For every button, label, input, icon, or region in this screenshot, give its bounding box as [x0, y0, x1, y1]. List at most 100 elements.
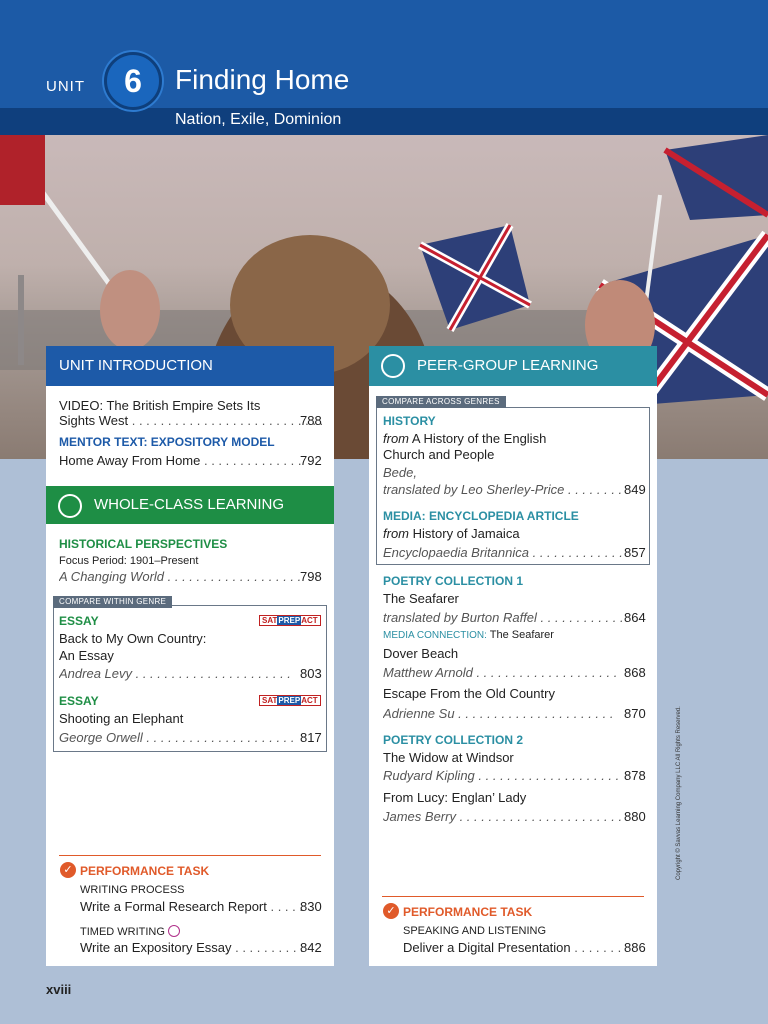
dover-author: Matthew Arnold: [383, 665, 473, 680]
media-from: from: [383, 526, 409, 541]
essay2-author: George Orwell: [59, 730, 143, 745]
whole-class-icon: [58, 494, 82, 518]
dover-beach-title[interactable]: Dover Beach: [383, 646, 458, 661]
seafarer-translator-row: translated by Burton Raffel . . . . . . …: [383, 610, 624, 625]
video-entry[interactable]: VIDEO: The British Empire Sets Its: [59, 398, 260, 413]
lucy-title[interactable]: From Lucy: Englan’ Lady: [383, 790, 526, 805]
essay2-label: ESSAY: [59, 694, 99, 708]
escape-title[interactable]: Escape From the Old Country: [383, 686, 555, 701]
left-performance-rule: [59, 855, 321, 856]
essay2-title[interactable]: Shooting an Elephant: [59, 711, 183, 726]
unit-label: UNIT: [46, 78, 85, 95]
essay1-title-line1[interactable]: Back to My Own Country:: [59, 631, 206, 646]
escape-page: 870: [624, 706, 646, 721]
performance-check-icon: ✓: [60, 862, 76, 878]
sat-text: SAT: [262, 616, 278, 625]
copyright-notice: Copyright © Savvas Learning Company LLC …: [676, 706, 682, 880]
essay1-label: ESSAY: [59, 614, 99, 628]
history-translator-row: translated by Leo Sherley-Price . . . . …: [383, 482, 623, 497]
history-page: 849: [624, 482, 646, 497]
research-report-row[interactable]: Write a Formal Research Report . . . . .: [80, 899, 302, 914]
digital-presentation-page: 886: [624, 940, 646, 955]
dover-author-row: Matthew Arnold . . . . . . . . . . . . .…: [383, 665, 618, 680]
media-title-text: History of Jamaica: [412, 526, 520, 541]
video-prefix: VIDEO:: [59, 398, 104, 413]
subtitle-band: [0, 108, 768, 135]
widow-author-row: Rudyard Kipling . . . . . . . . . . . . …: [383, 768, 620, 783]
history-title-line1[interactable]: from A History of the English: [383, 431, 546, 446]
essay1-title-line2[interactable]: An Essay: [59, 648, 114, 663]
compare-across-genres-tag: COMPARE ACROSS GENRES: [376, 396, 506, 408]
media-page: 857: [624, 545, 646, 560]
essay2-author-row: George Orwell . . . . . . . . . . . . . …: [59, 730, 295, 745]
history-from: from: [383, 431, 409, 446]
mentor-title-row[interactable]: Home Away From Home . . . . . . . . . . …: [59, 453, 302, 468]
timed-writing-text: TIMED WRITING: [80, 926, 165, 938]
expository-essay-page: 842: [300, 940, 322, 955]
dover-page: 868: [624, 665, 646, 680]
changing-world-row[interactable]: A Changing World . . . . . . . . . . . .…: [59, 569, 302, 584]
history-title-text: A History of the English: [411, 431, 547, 446]
unit-number-badge: 6: [104, 52, 162, 110]
media-source: Encyclopaedia Britannica: [383, 545, 529, 560]
poetry-collection-1-label: POETRY COLLECTION 1: [383, 574, 524, 588]
writing-process-label: WRITING PROCESS: [80, 884, 185, 896]
prep-text: PREP: [277, 616, 302, 625]
unit-title: Finding Home: [175, 64, 350, 95]
media-connection-title: The Seafarer: [489, 629, 554, 641]
history-author: Bede,: [383, 465, 417, 480]
video-title-line1: The British Empire Sets Its: [106, 398, 261, 413]
page-number: xviii: [46, 982, 72, 997]
act-text: ACT: [301, 696, 318, 705]
timed-writing-label: TIMED WRITING: [80, 925, 180, 938]
whole-class-title: WHOLE-CLASS LEARNING: [94, 496, 285, 513]
seafarer-title[interactable]: The Seafarer: [383, 591, 459, 606]
media-connection[interactable]: MEDIA CONNECTION: The Seafarer: [383, 629, 554, 641]
speaking-listening-label: SPEAKING AND LISTENING: [403, 925, 547, 937]
sat-prep-act-badge-2: SATPREPACT: [259, 695, 321, 706]
video-title-line2-row: Sights West . . . . . . . . . . . . . . …: [59, 413, 322, 428]
whole-class-learning-header: WHOLE-CLASS LEARNING: [46, 486, 334, 524]
mentor-title: Home Away From Home: [59, 453, 201, 468]
mentor-page: 792: [300, 453, 322, 468]
essay1-author-row: Andrea Levy . . . . . . . . . . . . . . …: [59, 666, 291, 681]
media-source-row: Encyclopaedia Britannica . . . . . . . .…: [383, 545, 626, 560]
essay1-page: 803: [300, 666, 322, 681]
widow-page: 878: [624, 768, 646, 783]
unit-introduction-header: UNIT INTRODUCTION: [46, 346, 334, 386]
seafarer-translator: translated by Burton Raffel: [383, 610, 537, 625]
peer-group-icon: [381, 354, 405, 378]
historical-perspectives-label: HISTORICAL PERSPECTIVES: [59, 537, 228, 551]
seafarer-page: 864: [624, 610, 646, 625]
media-article-title[interactable]: from History of Jamaica: [383, 526, 520, 541]
history-label: HISTORY: [383, 414, 436, 428]
expository-essay-title: Write an Expository Essay: [80, 940, 232, 955]
research-report-title: Write a Formal Research Report: [80, 899, 267, 914]
widow-author: Rudyard Kipling: [383, 768, 475, 783]
left-performance-title: PERFORMANCE TASK: [80, 864, 210, 878]
sat-prep-act-badge-1: SATPREPACT: [259, 615, 321, 626]
act-text: ACT: [301, 616, 318, 625]
peer-group-title: PEER-GROUP LEARNING: [417, 357, 599, 374]
digital-presentation-row[interactable]: Deliver a Digital Presentation . . . . .…: [403, 940, 625, 955]
escape-author: Adrienne Su: [383, 706, 455, 721]
media-article-label: MEDIA: ENCYCLOPEDIA ARTICLE: [383, 509, 579, 523]
peer-group-learning-header: PEER-GROUP LEARNING: [369, 346, 657, 386]
video-title-line2: Sights West: [59, 413, 129, 428]
research-report-page: 830: [300, 899, 322, 914]
right-performance-rule: [382, 896, 644, 897]
video-page: 788: [300, 413, 322, 428]
right-performance-title: PERFORMANCE TASK: [403, 905, 533, 919]
prep-text: PREP: [277, 696, 302, 705]
expository-essay-row[interactable]: Write an Expository Essay . . . . . . . …: [80, 940, 302, 955]
performance-check-icon: ✓: [383, 903, 399, 919]
compare-within-genre-tag: COMPARE WITHIN GENRE: [53, 596, 173, 608]
history-title-line2[interactable]: Church and People: [383, 447, 494, 462]
media-connection-label: MEDIA CONNECTION:: [383, 630, 487, 641]
poetry-collection-2-label: POETRY COLLECTION 2: [383, 733, 524, 747]
changing-world-title: A Changing World: [59, 569, 165, 584]
essay1-author: Andrea Levy: [59, 666, 132, 681]
widow-title[interactable]: The Widow at Windsor: [383, 750, 514, 765]
clock-icon: [168, 925, 180, 937]
sat-text: SAT: [262, 696, 278, 705]
